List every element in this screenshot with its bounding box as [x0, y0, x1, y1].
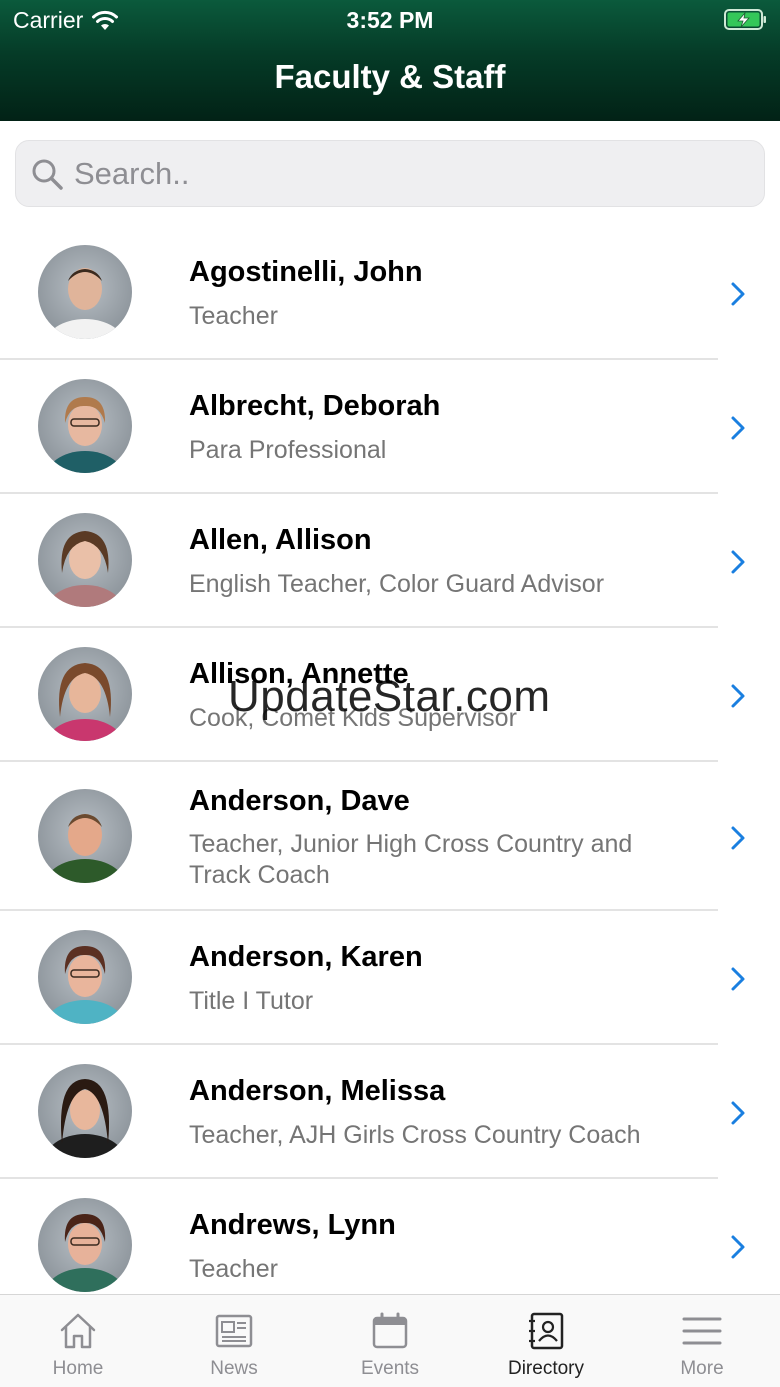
chevron-right-icon — [731, 550, 745, 574]
staff-row[interactable]: Anderson, Dave Teacher, Junior High Cros… — [0, 762, 780, 911]
chevron-right-icon — [731, 282, 745, 306]
staff-role: Teacher — [189, 302, 278, 330]
staff-name: Allison, Annette — [189, 658, 409, 690]
staff-row[interactable]: Allen, Allison English Teacher, Color Gu… — [0, 494, 780, 628]
staff-name: Albrecht, Deborah — [189, 390, 441, 422]
chevron-right-icon — [731, 826, 745, 850]
chevron-right-icon — [731, 684, 745, 708]
staff-name: Allen, Allison — [189, 524, 372, 556]
staff-row[interactable]: Andrews, Lynn Teacher — [0, 1179, 780, 1313]
contacts-icon — [529, 1312, 564, 1350]
avatar — [38, 1198, 132, 1292]
home-icon — [60, 1313, 96, 1349]
staff-name: Agostinelli, John — [189, 256, 423, 288]
staff-name: Anderson, Karen — [189, 941, 423, 973]
tab-label: Directory — [507, 1358, 584, 1379]
staff-row[interactable]: Anderson, Karen Title I Tutor — [0, 911, 780, 1045]
staff-role: Teacher — [189, 1255, 278, 1283]
tab-news[interactable]: News — [156, 1295, 312, 1387]
tab-bar: Home News Events Directory More — [0, 1294, 780, 1387]
chevron-right-icon — [731, 967, 745, 991]
avatar — [38, 1064, 132, 1158]
avatar — [38, 930, 132, 1024]
avatar — [38, 379, 132, 473]
staff-row[interactable]: Agostinelli, John Teacher — [0, 226, 780, 360]
tab-label: Home — [52, 1358, 104, 1379]
staff-row[interactable]: Allison, Annette Cook, Comet Kids Superv… — [0, 628, 780, 762]
staff-row[interactable]: Anderson, Melissa Teacher, AJH Girls Cro… — [0, 1045, 780, 1179]
staff-role: Teacher, AJH Girls Cross Country Coach — [189, 1121, 641, 1149]
tab-home[interactable]: Home — [0, 1295, 156, 1387]
menu-icon — [682, 1317, 722, 1345]
staff-role: English Teacher, Color Guard Advisor — [189, 570, 605, 598]
search-input[interactable] — [74, 155, 714, 192]
staff-role: Teacher, Junior High Cross Country and T… — [189, 830, 633, 889]
staff-role: Cook, Comet Kids Supervisor — [189, 704, 517, 732]
tab-label: Events — [360, 1358, 420, 1379]
staff-name: Anderson, Dave — [189, 785, 410, 817]
page-title: Faculty & Staff — [274, 58, 506, 95]
avatar — [38, 789, 132, 883]
chevron-right-icon — [731, 416, 745, 440]
staff-role: Para Professional — [189, 436, 387, 464]
staff-row[interactable]: Albrecht, Deborah Para Professional — [0, 360, 780, 494]
avatar — [38, 245, 132, 339]
tab-directory[interactable]: Directory — [468, 1295, 624, 1387]
status-bar: Carrier 3:52 PM — [0, 0, 780, 40]
tab-more[interactable]: More — [624, 1295, 780, 1387]
calendar-icon — [372, 1312, 408, 1349]
status-time: 3:52 PM — [346, 7, 434, 33]
newspaper-icon — [215, 1314, 253, 1348]
avatar — [38, 513, 132, 607]
search-icon — [32, 159, 63, 190]
staff-list: Agostinelli, John Teacher Albrecht, Debo… — [0, 226, 780, 1313]
tab-events[interactable]: Events — [312, 1295, 468, 1387]
app-header: Carrier 3:52 PM Faculty & Staff — [0, 0, 780, 121]
battery-charging-icon — [724, 9, 766, 30]
chevron-right-icon — [731, 1101, 745, 1125]
tab-label: More — [680, 1358, 724, 1379]
chevron-right-icon — [731, 1235, 745, 1259]
tab-label: News — [210, 1358, 258, 1379]
search-bar[interactable] — [15, 140, 765, 207]
staff-name: Anderson, Melissa — [189, 1075, 446, 1107]
staff-name: Andrews, Lynn — [189, 1209, 396, 1241]
staff-role: Title I Tutor — [189, 987, 314, 1015]
avatar — [38, 647, 132, 741]
